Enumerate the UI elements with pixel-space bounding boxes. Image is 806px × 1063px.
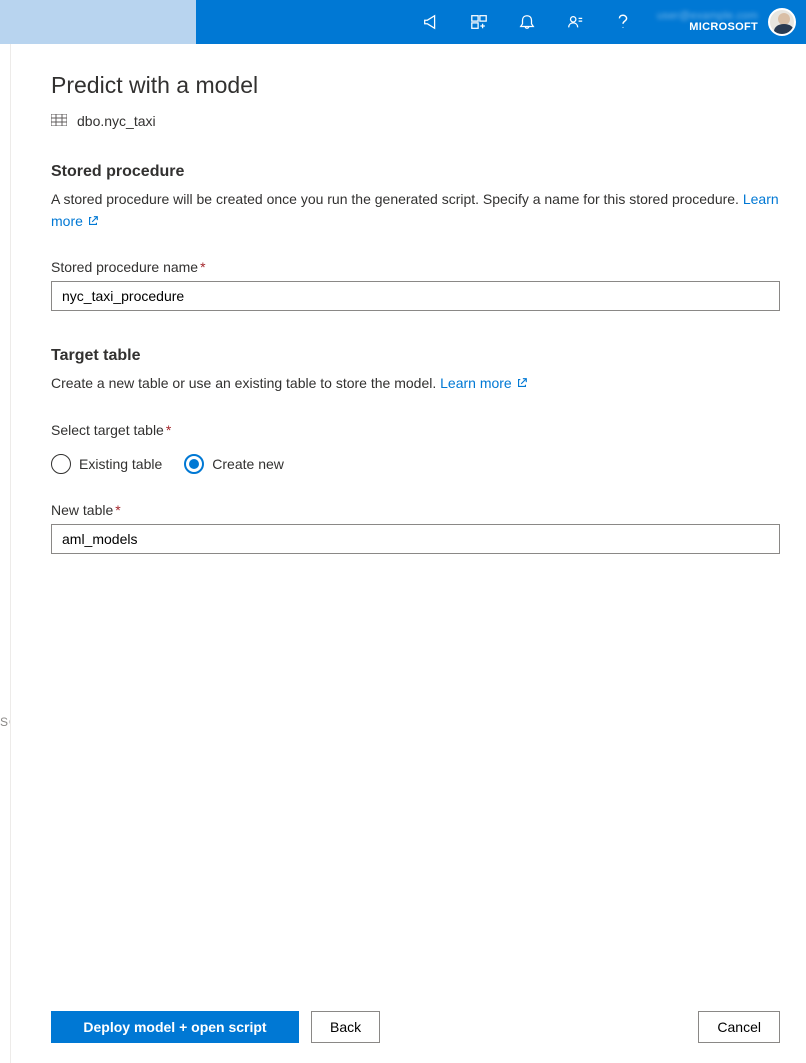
search-area[interactable] [0, 0, 196, 44]
top-bar-right: user@example.com MICROSOFT [407, 0, 796, 44]
new-table-input[interactable] [51, 524, 780, 554]
source-table-name: dbo.nyc_taxi [77, 113, 156, 129]
proc-name-label: Stored procedure name* [51, 259, 780, 275]
required-asterisk: * [166, 422, 171, 438]
cancel-button[interactable]: Cancel [698, 1011, 780, 1043]
radio-existing-label: Existing table [79, 456, 162, 472]
target-table-desc: Create a new table or use an existing ta… [51, 373, 780, 396]
directory-icon[interactable] [455, 0, 503, 44]
bell-icon[interactable] [503, 0, 551, 44]
required-asterisk: * [115, 502, 120, 518]
avatar[interactable] [768, 8, 796, 36]
spacer [51, 554, 780, 995]
wizard-pane: Predict with a model dbo.nyc_taxi Stored… [10, 44, 806, 1063]
target-table-radio-group: Existing table Create new [51, 454, 780, 474]
target-table-learn-more-link[interactable]: Learn more [440, 375, 528, 391]
stored-proc-desc: A stored procedure will be created once … [51, 189, 780, 233]
proc-name-input[interactable] [51, 281, 780, 311]
top-bar-icons [407, 0, 647, 44]
external-link-icon [87, 212, 99, 234]
feedback-icon[interactable] [551, 0, 599, 44]
external-link-icon [516, 374, 528, 396]
select-target-label: Select target table* [51, 422, 780, 438]
required-asterisk: * [200, 259, 205, 275]
radio-button-icon [51, 454, 71, 474]
top-bar: user@example.com MICROSOFT [0, 0, 806, 44]
back-button[interactable]: Back [311, 1011, 380, 1043]
megaphone-icon[interactable] [407, 0, 455, 44]
user-email: user@example.com [657, 11, 758, 22]
user-block[interactable]: user@example.com MICROSOFT [647, 0, 764, 44]
table-icon [51, 113, 67, 129]
new-table-label: New table* [51, 502, 780, 518]
radio-create-new[interactable]: Create new [184, 454, 284, 474]
page-title: Predict with a model [51, 72, 780, 99]
radio-existing-table[interactable]: Existing table [51, 454, 162, 474]
target-table-heading: Target table [51, 347, 780, 365]
help-icon[interactable] [599, 0, 647, 44]
radio-create-label: Create new [212, 456, 284, 472]
user-org: MICROSOFT [689, 22, 758, 33]
wizard-footer: Deploy model + open script Back Cancel [51, 995, 780, 1043]
left-panel-remnant: SO [0, 715, 10, 729]
source-table: dbo.nyc_taxi [51, 113, 780, 129]
radio-button-icon [184, 454, 204, 474]
stored-proc-heading: Stored procedure [51, 163, 780, 181]
deploy-button[interactable]: Deploy model + open script [51, 1011, 299, 1043]
